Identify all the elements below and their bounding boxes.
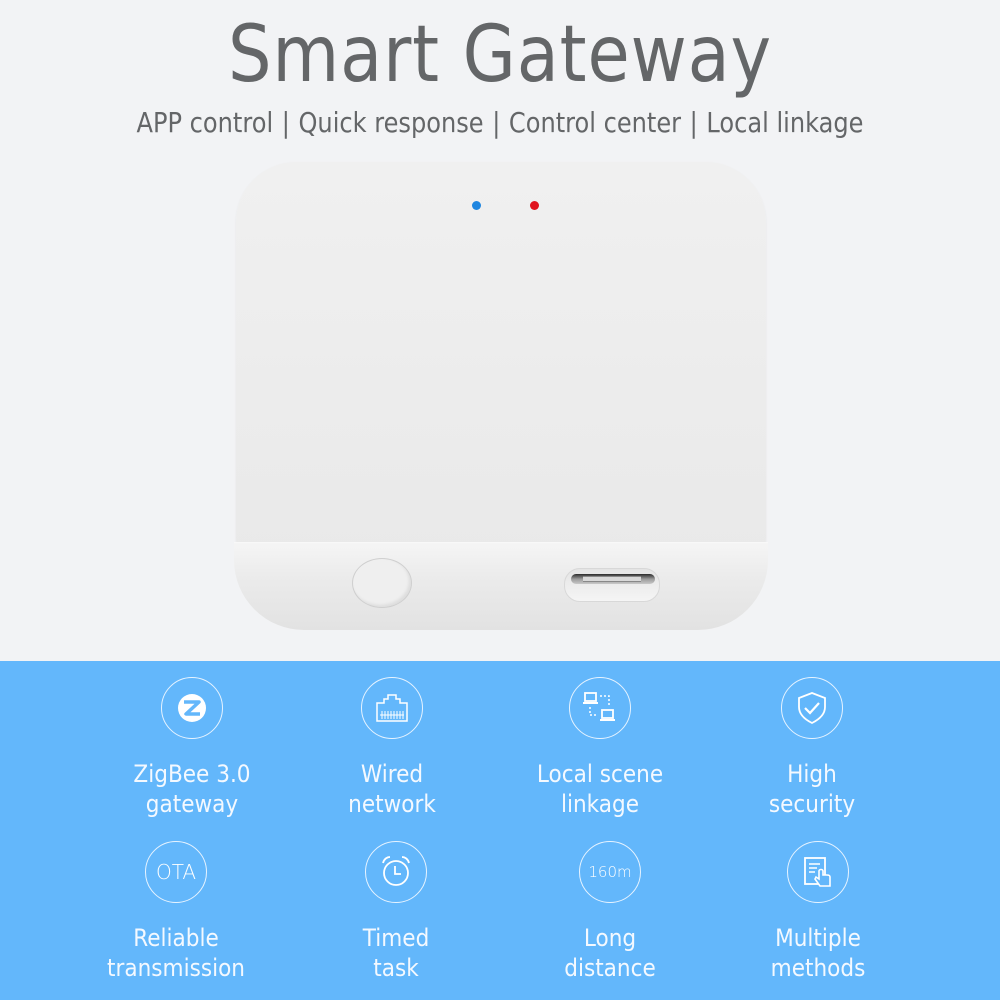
reset-button	[352, 558, 412, 608]
usb-pins	[583, 576, 641, 582]
feature-local-scene: Local scene linkage	[490, 677, 710, 819]
touch-document-icon	[787, 841, 849, 903]
distance-text: 160m	[588, 863, 632, 881]
feature-timed: Timed task	[286, 841, 506, 983]
product-image	[234, 162, 768, 630]
feature-label: Reliable	[133, 924, 219, 952]
feature-ota: OTA Reliable transmission	[66, 841, 286, 983]
feature-label: Long	[583, 924, 637, 952]
device-front-side	[234, 542, 768, 630]
distance-icon: 160m	[579, 841, 641, 903]
feature-wired: Wired network	[282, 677, 502, 819]
usb-c-port	[564, 568, 660, 602]
feature-label: distance	[564, 954, 656, 982]
feature-label: linkage	[560, 790, 640, 818]
feature-label: Wired	[360, 760, 424, 788]
feature-label: ZigBee 3.0	[133, 760, 251, 788]
feature-methods: Multiple methods	[708, 841, 928, 983]
tagline-item: Local linkage	[706, 106, 864, 139]
tagline-item: Control center	[508, 106, 682, 139]
page-title: Smart Gateway	[227, 10, 773, 100]
feature-distance: 160m Long distance	[500, 841, 720, 983]
shield-check-icon	[781, 677, 843, 739]
red-led-indicator	[530, 201, 539, 210]
separator: |	[689, 106, 698, 139]
feature-security: High security	[702, 677, 922, 819]
feature-label: security	[768, 790, 856, 818]
feature-label: Timed	[362, 924, 430, 952]
feature-label: transmission	[106, 954, 245, 982]
tagline-item: APP control	[136, 106, 274, 139]
device-top-face	[236, 162, 766, 557]
feature-tagline: APP control | Quick response | Control cente…	[70, 106, 930, 139]
separator: |	[492, 106, 501, 139]
network-linkage-icon	[569, 677, 631, 739]
zigbee-icon	[161, 677, 223, 739]
feature-label: High	[787, 760, 837, 788]
ota-text: OTA	[155, 860, 197, 884]
blue-led-indicator	[472, 201, 481, 210]
separator: |	[281, 106, 290, 139]
feature-label: task	[373, 954, 419, 982]
ethernet-port-icon	[361, 677, 423, 739]
feature-label: network	[348, 790, 436, 818]
tagline-item: Quick response	[298, 106, 484, 139]
feature-label: gateway	[145, 790, 239, 818]
feature-label: Local scene	[536, 760, 664, 788]
feature-label: methods	[770, 954, 866, 982]
feature-zigbee: ZigBee 3.0 gateway	[82, 677, 302, 819]
ota-icon: OTA	[145, 841, 207, 903]
alarm-clock-icon	[365, 841, 427, 903]
feature-label: Multiple	[775, 924, 861, 952]
